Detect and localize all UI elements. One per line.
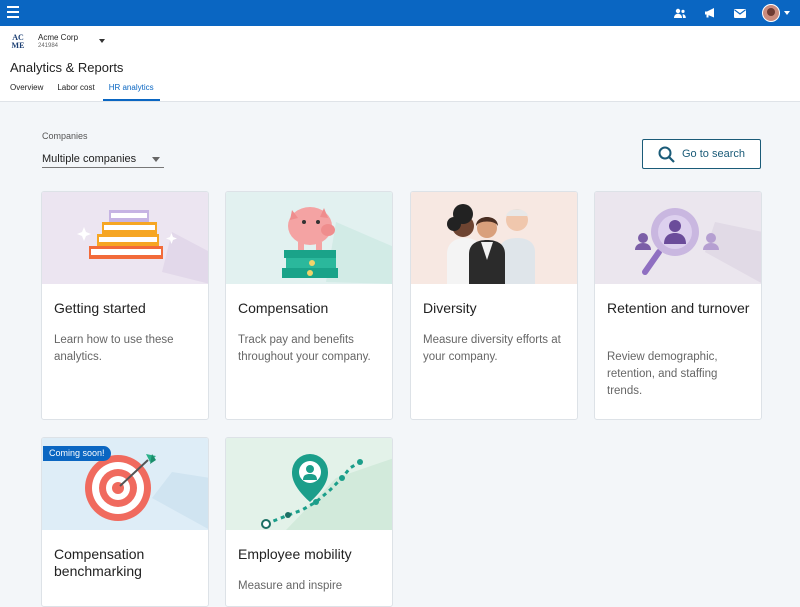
company-id: 241984 bbox=[38, 43, 59, 49]
card-description: Track pay and benefits throughout your c… bbox=[238, 334, 371, 363]
chevron-down-icon[interactable] bbox=[784, 11, 790, 15]
go-to-search-button[interactable]: Go to search bbox=[642, 139, 761, 169]
card-description: Learn how to use these analytics. bbox=[54, 334, 174, 363]
people-illustration bbox=[411, 192, 577, 284]
chevron-down-icon bbox=[152, 157, 160, 162]
tab-overview[interactable]: Overview bbox=[10, 83, 50, 101]
page-title: Analytics & Reports bbox=[10, 60, 124, 75]
coming-soon-badge: Coming soon! bbox=[43, 446, 111, 461]
avatar[interactable] bbox=[762, 4, 780, 22]
tab-labor-cost[interactable]: Labor cost bbox=[57, 83, 101, 101]
card-getting-started[interactable]: Getting started Learn how to use these a… bbox=[41, 191, 209, 420]
card-employee-mobility[interactable]: Employee mobility Measure and inspire bbox=[225, 437, 393, 607]
megaphone-icon[interactable] bbox=[702, 5, 718, 21]
companies-dropdown-value: Multiple companies bbox=[42, 153, 137, 165]
card-compensation[interactable]: Compensation Track pay and benefits thro… bbox=[225, 191, 393, 420]
page-header: AC ME Acme Corp 241984 Analytics & Repor… bbox=[0, 26, 800, 102]
tab-hr-analytics[interactable]: HR analytics bbox=[102, 83, 160, 101]
card-retention-and-turnover[interactable]: Retention and turnover Review demographi… bbox=[594, 191, 762, 420]
tab-bar: Overview Labor cost HR analytics bbox=[10, 83, 167, 101]
companies-label: Companies bbox=[42, 131, 88, 141]
card-diversity[interactable]: Diversity Measure diversity efforts at y… bbox=[410, 191, 578, 420]
card-description: Measure and inspire bbox=[238, 580, 343, 592]
card-title: Employee mobility bbox=[238, 546, 352, 562]
card-description: Review demographic, retention, and staff… bbox=[607, 351, 718, 397]
books-illustration bbox=[42, 192, 208, 284]
card-title: Compensation bbox=[238, 300, 329, 316]
mail-icon[interactable] bbox=[732, 5, 748, 21]
go-to-search-label: Go to search bbox=[682, 148, 745, 160]
card-title: Compensation benchmarking bbox=[54, 546, 145, 579]
piggy-bank-illustration bbox=[226, 192, 392, 284]
company-logo: AC ME bbox=[11, 33, 25, 50]
magnifier-person-illustration bbox=[595, 192, 761, 284]
companies-dropdown[interactable]: Multiple companies bbox=[42, 151, 164, 168]
card-title: Retention and turnover bbox=[607, 300, 750, 316]
company-name[interactable]: Acme Corp bbox=[38, 33, 78, 42]
chevron-down-icon[interactable] bbox=[99, 39, 105, 43]
card-title: Getting started bbox=[54, 300, 146, 316]
menu-icon[interactable] bbox=[7, 6, 19, 18]
card-description: Measure diversity efforts at your compan… bbox=[423, 334, 561, 363]
card-title: Diversity bbox=[423, 300, 477, 316]
card-compensation-benchmarking[interactable]: Coming soon! Compensation benchmarking bbox=[41, 437, 209, 607]
search-icon bbox=[658, 146, 675, 163]
map-pin-path-illustration bbox=[226, 438, 392, 530]
top-bar bbox=[0, 0, 800, 26]
people-icon[interactable] bbox=[672, 5, 688, 21]
